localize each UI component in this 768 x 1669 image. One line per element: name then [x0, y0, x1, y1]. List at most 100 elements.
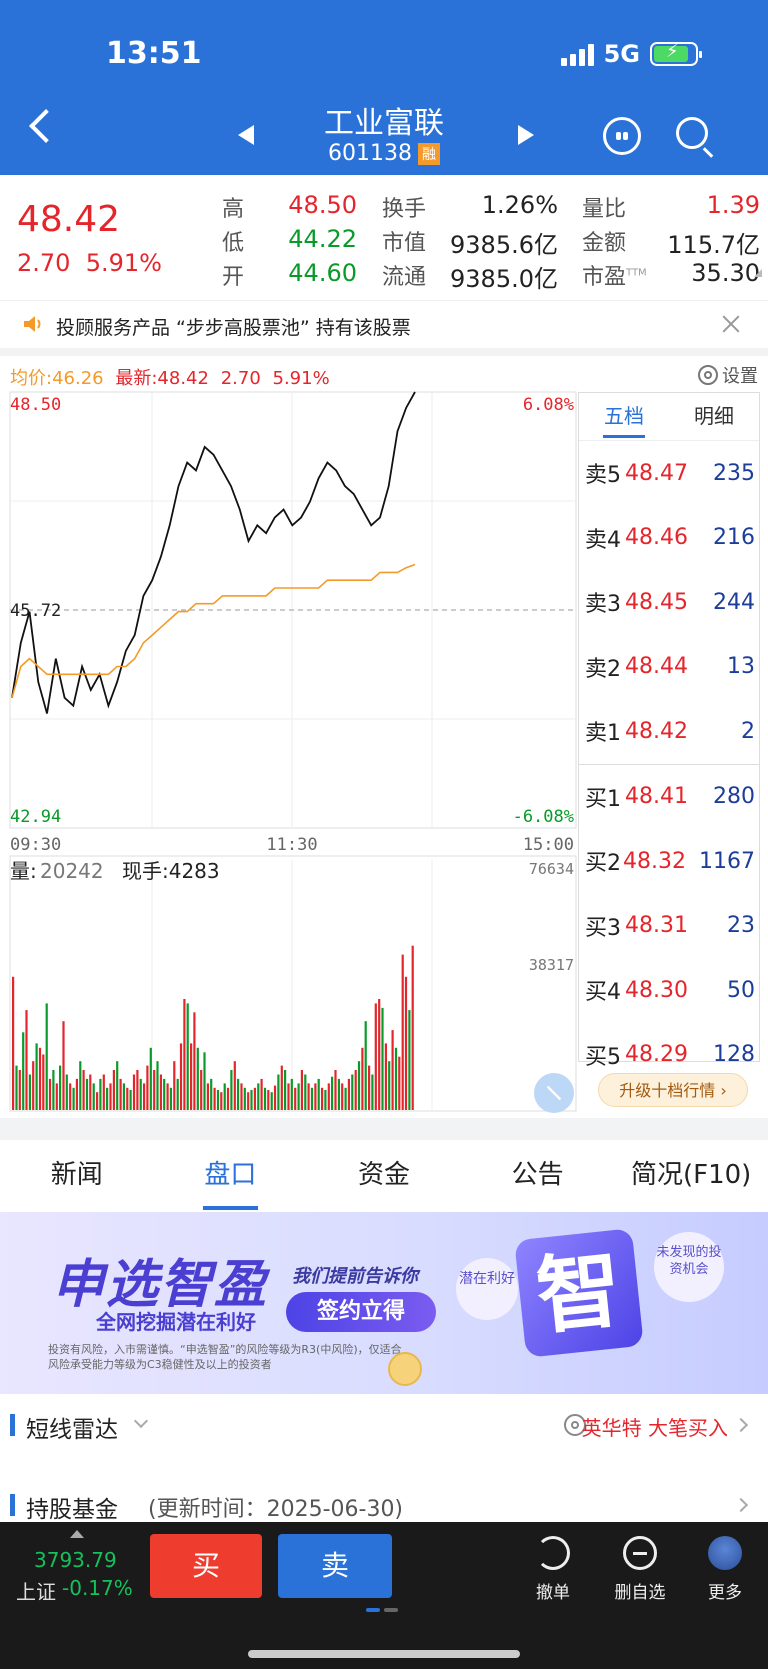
volume-bar: [32, 1061, 35, 1110]
volume-bar: [149, 1047, 152, 1110]
promo-banner[interactable]: 申选智盈 全网挖掘潜在利好 我们提前告诉你 签约立得 投资有风险，入市需谨慎。“…: [0, 1212, 768, 1394]
sell-button[interactable]: 卖: [278, 1534, 392, 1598]
level-label: 卖3: [585, 592, 621, 618]
volume-bar: [169, 1087, 172, 1110]
tab-handicap[interactable]: 盘口: [154, 1140, 308, 1210]
last-price: 48.42: [17, 199, 121, 240]
volume-bar: [35, 1043, 38, 1110]
volume-bar: [384, 1043, 387, 1110]
upgrade-ten-levels-button[interactable]: 升级十档行情 ›: [598, 1073, 748, 1107]
stat-value: 9385.6亿: [450, 231, 558, 259]
fullscreen-icon[interactable]: [534, 1073, 574, 1113]
volume-bar: [85, 1078, 89, 1110]
chevron-down-icon[interactable]: [133, 1413, 149, 1429]
tab-five-levels[interactable]: 五档: [579, 393, 669, 440]
status-indicators: 5G ⚡: [560, 40, 702, 68]
level-price: 48.45: [625, 589, 688, 615]
level-label: 买1: [585, 786, 621, 812]
volume-bar: [166, 1083, 169, 1110]
price-mid-label: 45.72: [10, 601, 61, 621]
volume-bar: [401, 954, 404, 1110]
buy-button[interactable]: 买: [150, 1534, 262, 1598]
level-price: 48.44: [625, 654, 688, 680]
volume-label: 量:: [10, 859, 37, 883]
volume-tick: 38317: [529, 956, 574, 974]
bid-row[interactable]: 买2 48.32 1167: [579, 829, 759, 894]
ask-row[interactable]: 卖4 48.46 216: [579, 506, 759, 571]
stock-name: 工业富联: [324, 106, 444, 141]
stat-value: 44.22: [288, 225, 357, 253]
volume-bar: [317, 1078, 320, 1110]
search-icon[interactable]: [676, 117, 708, 149]
radar-section[interactable]: 短线雷达 英华特 大笔买入: [0, 1396, 768, 1456]
notice-bar[interactable]: 投顾服务产品 “步步高股票池” 持有该股票: [0, 300, 768, 348]
volume-bar: [310, 1087, 314, 1110]
more-button[interactable]: 更多: [690, 1536, 760, 1603]
radar-alert[interactable]: 英华特 大笔买入: [582, 1412, 728, 1441]
chart-settings-button[interactable]: 设置: [698, 362, 758, 388]
stock-code-line: 601138 融: [0, 141, 768, 166]
volume-bar: [304, 1074, 307, 1110]
expand-corner-icon[interactable]: [754, 269, 762, 277]
level-volume: 280: [713, 784, 755, 810]
tab-f10[interactable]: 简况(F10): [614, 1140, 768, 1210]
intraday-chart[interactable]: 48.50 6.08% 45.72 42.94 -6.08% 09:30 11:30 15:0…: [0, 390, 578, 1112]
volume-bar: [62, 1021, 65, 1110]
divider: [0, 1118, 768, 1140]
level-label: 卖1: [585, 721, 621, 747]
cancel-order-button[interactable]: 撤单: [518, 1536, 588, 1603]
level-price: 48.46: [625, 525, 688, 551]
chevron-right-icon[interactable]: [733, 1417, 749, 1433]
banner-sign-button[interactable]: 签约立得: [286, 1292, 436, 1332]
home-indicator[interactable]: [248, 1650, 520, 1658]
divider: [0, 348, 768, 356]
bid-row[interactable]: 买4 48.30 50: [579, 958, 759, 1023]
volume-bar: [25, 1010, 28, 1110]
tab-announcements[interactable]: 公告: [461, 1140, 615, 1210]
ask-row[interactable]: 卖3 48.45 244: [579, 570, 759, 635]
level-label: 买4: [585, 980, 621, 1006]
tab-detail[interactable]: 明细: [669, 393, 759, 440]
level-price: 48.42: [625, 718, 688, 744]
chevron-right-icon[interactable]: [733, 1497, 749, 1513]
bid-row[interactable]: 买1 48.41 280: [579, 765, 759, 830]
ask-row[interactable]: 卖2 48.44 13: [579, 635, 759, 700]
page-indicator: [366, 1608, 398, 1612]
ask-row[interactable]: 卖1 48.42 2: [579, 699, 759, 764]
bid-row[interactable]: 买3 48.31 23: [579, 894, 759, 959]
close-icon[interactable]: [720, 313, 742, 335]
volume-bar: [102, 1074, 105, 1110]
volume-bar: [253, 1087, 256, 1110]
stat-value: 115.7亿: [667, 231, 760, 259]
stat-value: 44.60: [288, 259, 357, 287]
volume-bar: [273, 1085, 277, 1110]
remove-watchlist-button[interactable]: 删自选: [605, 1536, 675, 1603]
banner-bubble-left: 潜在利好: [456, 1258, 518, 1320]
volume-bar: [398, 1056, 401, 1110]
chat-icon[interactable]: [603, 117, 641, 155]
quote-panel[interactable]: 48.42 2.70 5.91% 高 48.50 换手 1.26% 量比 1.39 低 44.…: [0, 175, 768, 295]
volume-bar: [65, 1074, 68, 1110]
volume-bar: [72, 1087, 75, 1110]
ask-row[interactable]: 卖5 48.47 235: [579, 441, 759, 506]
volume-bar: [99, 1078, 102, 1110]
volume-bar: [250, 1090, 253, 1110]
index-change: -0.17%: [62, 1576, 133, 1600]
battery-icon: ⚡: [650, 41, 702, 66]
volume-bar: [45, 1003, 48, 1110]
volume-bar: [146, 1065, 149, 1110]
tab-funds[interactable]: 资金: [307, 1140, 461, 1210]
tab-news[interactable]: 新闻: [0, 1140, 154, 1210]
stat-label: 换手: [382, 197, 427, 222]
stat-label: 金额: [582, 231, 627, 256]
volume-bar: [75, 1078, 78, 1110]
next-stock-icon[interactable]: [518, 125, 534, 145]
banner-zhi-icon: 智: [514, 1228, 644, 1358]
stat-value: 35.30: [691, 259, 760, 287]
caret-up-icon[interactable]: [70, 1530, 84, 1538]
volume-bar: [297, 1083, 300, 1110]
fund-title: 持股基金: [26, 1497, 118, 1523]
level-label: 买2: [585, 851, 621, 877]
volume-bar: [156, 1061, 159, 1110]
volume-bar: [368, 1065, 371, 1110]
